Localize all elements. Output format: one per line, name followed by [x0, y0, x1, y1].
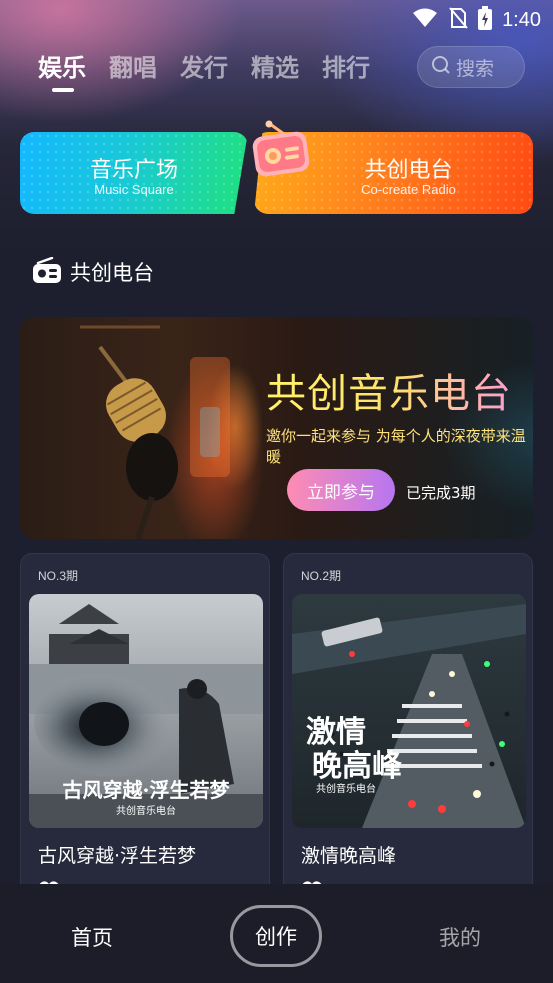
cocreate-radio-title: 共创电台 [364, 158, 453, 183]
banner-title: 共创音乐电台 [266, 361, 512, 419]
tab-featured[interactable]: 精选 [251, 48, 299, 83]
cover-subtitle: 共创音乐电台 [116, 804, 176, 817]
section-title: 共创电台 [70, 261, 154, 285]
no-sim-icon [448, 7, 468, 33]
wifi-icon [412, 7, 438, 33]
search-box[interactable]: 搜索 [417, 46, 525, 88]
tab-cover[interactable]: 翻唱 [109, 48, 157, 83]
episode-title: 激情晚高峰 [301, 845, 397, 867]
tab-release[interactable]: 发行 [180, 48, 228, 83]
search-placeholder: 搜索 [456, 57, 495, 80]
cover-title: 古风穿越·浮生若梦 [63, 778, 231, 802]
episode-card[interactable]: NO.3期 古风穿越·浮生若梦 共创音乐电台 古风穿越·浮生若梦 [20, 553, 270, 913]
radio-small-icon [32, 256, 62, 287]
episode-title: 古风穿越·浮生若梦 [38, 845, 197, 867]
episode-cover: 激情 晚高峰 共创音乐电台 [292, 594, 526, 828]
cocreate-radio-subtitle: Co-create Radio [361, 182, 456, 197]
radio-banner[interactable]: 共创音乐电台 邀你一起来参与 为每个人的深夜带来温暖 立即参与 已完成3期 [20, 317, 533, 539]
nav-create[interactable]: 创作 [230, 905, 322, 967]
nav-home[interactable]: 首页 [71, 922, 113, 952]
nav-mine[interactable]: 我的 [439, 922, 481, 952]
music-square-subtitle: Music Square [94, 182, 174, 197]
bottom-navigation: 首页 创作 我的 [0, 884, 553, 983]
status-bar: 1:40 [0, 0, 553, 38]
cover-subtitle: 共创音乐电台 [316, 782, 376, 795]
cover-title-line-2: 晚高峰 [312, 749, 402, 784]
join-button[interactable]: 立即参与 [287, 469, 395, 511]
clock: 1:40 [502, 8, 541, 31]
episode-number: NO.3期 [38, 569, 79, 583]
episode-number: NO.2期 [301, 569, 342, 583]
top-tabs: 娱乐 翻唱 发行 精选 排行 [38, 48, 393, 92]
music-square-title: 音乐广场 [89, 158, 178, 183]
completed-count: 已完成3期 [406, 484, 476, 502]
music-square-card[interactable]: 音乐广场 Music Square [20, 132, 248, 214]
tab-entertainment[interactable]: 娱乐 [38, 48, 86, 92]
episode-cover: 古风穿越·浮生若梦 共创音乐电台 [29, 594, 263, 828]
search-icon [431, 55, 451, 80]
tab-ranking[interactable]: 排行 [322, 48, 370, 83]
banner-subtitle: 邀你一起来参与 为每个人的深夜带来温暖 [266, 427, 526, 466]
battery-charging-icon [478, 6, 493, 34]
episode-card[interactable]: NO.2期 激情 晚高峰 共创音乐电台 激情晚高峰 [283, 553, 533, 913]
section-header: 共创电台 [32, 256, 154, 287]
cover-title-line-1: 激情 [306, 715, 366, 750]
radio-icon [250, 120, 312, 180]
